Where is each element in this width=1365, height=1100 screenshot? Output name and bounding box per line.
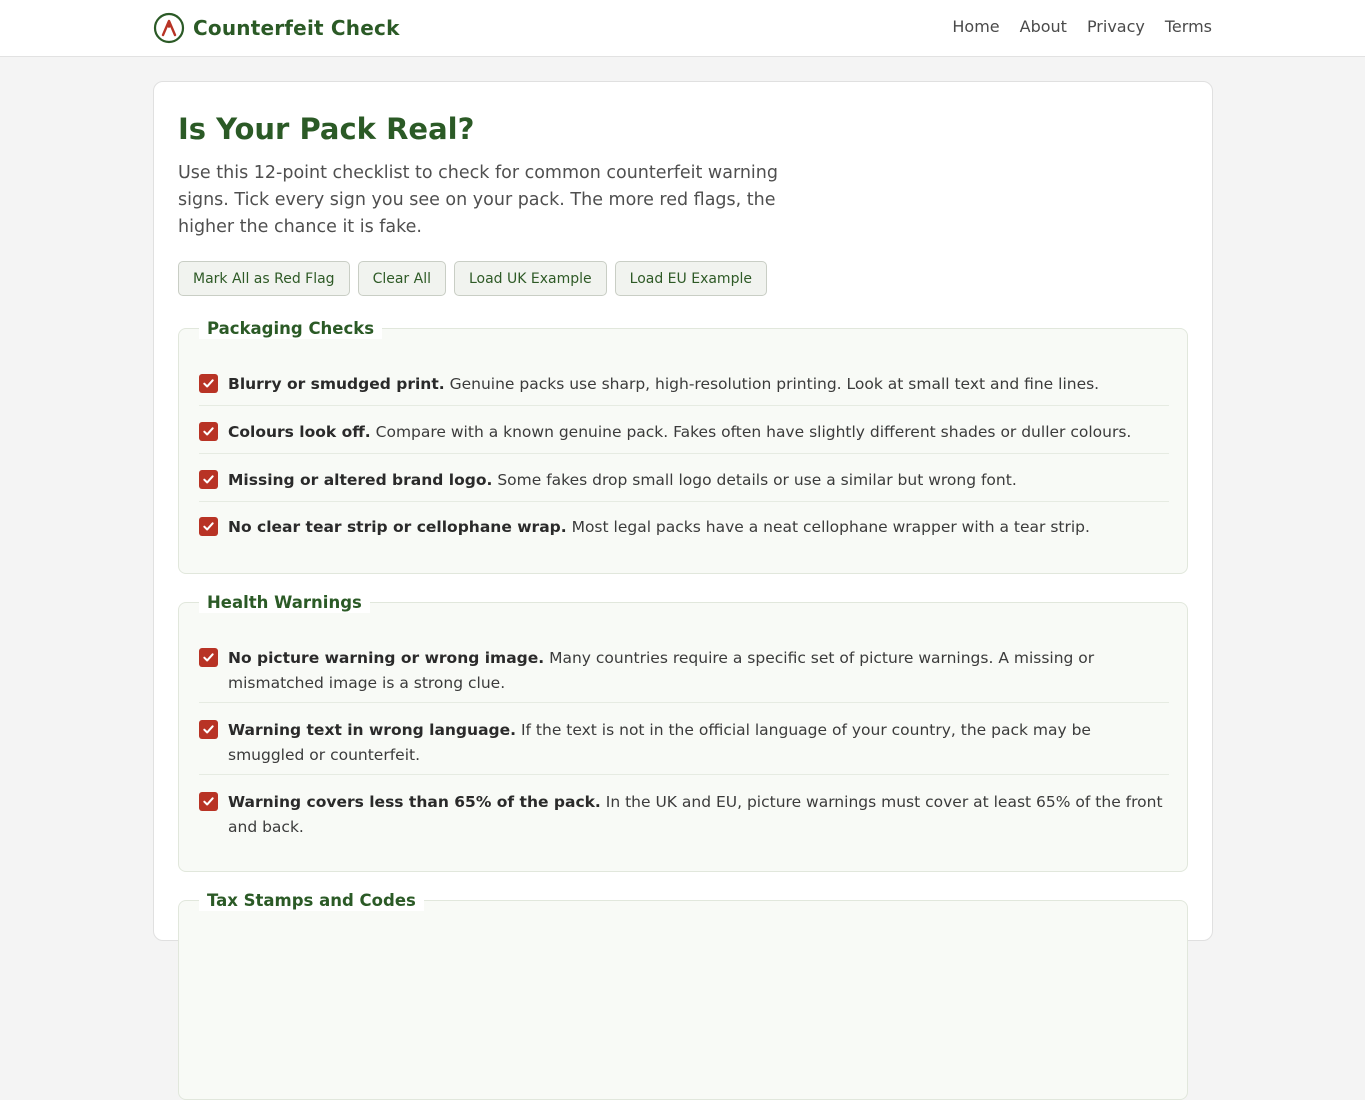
brand[interactable]: Counterfeit Check (153, 12, 400, 44)
red-flag-checkbox[interactable] (199, 422, 218, 441)
red-flag-checkbox[interactable] (199, 792, 218, 811)
checklist-item: No clear tear strip or cellophane wrap. … (199, 515, 1169, 549)
checkmark-icon (203, 653, 214, 662)
checklist-item-text: Missing or altered brand logo. Some fake… (228, 468, 1168, 493)
item-title: Colours look off. (228, 423, 371, 441)
section-health-warnings: Health Warnings No picture warning or wr… (178, 593, 1188, 872)
section-packaging-checks: Packaging Checks Blurry or smudged print… (178, 319, 1188, 574)
nav-link-privacy[interactable]: Privacy (1087, 17, 1145, 36)
red-flag-checkbox[interactable] (199, 648, 218, 667)
nav-link-home[interactable]: Home (952, 17, 999, 36)
intro-text: Use this 12-point checklist to check for… (178, 163, 778, 237)
item-title: Warning covers less than 65% of the pack… (228, 793, 601, 811)
section-title: Health Warnings (199, 593, 370, 613)
checklist-item-text: Blurry or smudged print. Genuine packs u… (228, 372, 1168, 397)
item-description: Some fakes drop small logo details or us… (497, 471, 1017, 489)
red-flag-checkbox[interactable] (199, 720, 218, 739)
item-title: Missing or altered brand logo. (228, 471, 493, 489)
load-uk-example-button[interactable]: Load UK Example (453, 261, 607, 296)
checklist-item: Blurry or smudged print. Genuine packs u… (199, 372, 1169, 406)
checklist-item-text: No clear tear strip or cellophane wrap. … (228, 515, 1168, 540)
checkmark-icon (203, 797, 214, 806)
red-flag-checkbox[interactable] (199, 374, 218, 393)
item-description: Most legal packs have a neat cellophane … (571, 518, 1090, 536)
checklist-item: Warning text in wrong language. If the t… (199, 718, 1169, 775)
item-title: Blurry or smudged print. (228, 375, 445, 393)
checklist-item-text: No picture warning or wrong image. Many … (228, 646, 1168, 696)
clear-all-button[interactable]: Clear All (357, 261, 446, 296)
item-title: No picture warning or wrong image. (228, 649, 545, 667)
nav-link-terms[interactable]: Terms (1165, 17, 1212, 36)
checklist-item-text: Warning text in wrong language. If the t… (228, 718, 1168, 768)
checkmark-icon (203, 725, 214, 734)
checklist-item-text: Warning covers less than 65% of the pack… (228, 790, 1168, 840)
checkmark-icon (203, 522, 214, 531)
checklist-item: Warning covers less than 65% of the pack… (199, 790, 1169, 847)
page-title: Is Your Pack Real? (178, 112, 475, 146)
item-title: Warning text in wrong language. (228, 721, 517, 739)
checkmark-icon (203, 427, 214, 436)
checklist-item: Missing or altered brand logo. Some fake… (199, 468, 1169, 502)
item-description: Genuine packs use sharp, high-resolution… (449, 375, 1100, 393)
main-nav: Home About Privacy Terms (952, 17, 1212, 36)
action-buttons: Mark All as Red Flag Clear All Load UK E… (178, 261, 767, 296)
checklist-item: No picture warning or wrong image. Many … (199, 646, 1169, 703)
load-eu-example-button[interactable]: Load EU Example (614, 261, 767, 296)
nav-link-about[interactable]: About (1020, 17, 1067, 36)
checklist-card: Is Your Pack Real? Use this 12-point che… (153, 81, 1213, 1100)
item-title: No clear tear strip or cellophane wrap. (228, 518, 567, 536)
checkmark-icon (203, 379, 214, 388)
checkmark-icon (203, 475, 214, 484)
red-flag-checkbox[interactable] (199, 517, 218, 536)
section-title: Tax Stamps and Codes (199, 891, 424, 911)
item-description: Compare with a known genuine pack. Fakes… (375, 423, 1132, 441)
brand-name: Counterfeit Check (193, 16, 400, 40)
section-title: Packaging Checks (199, 319, 383, 339)
section-tax-stamps-and-codes: Tax Stamps and Codes (178, 891, 1188, 1100)
checklist-item: Colours look off. Compare with a known g… (199, 420, 1169, 454)
brand-logo-icon (153, 12, 185, 44)
checklist-item-text: Colours look off. Compare with a known g… (228, 420, 1168, 445)
red-flag-checkbox[interactable] (199, 470, 218, 489)
mark-all-red-flag-button[interactable]: Mark All as Red Flag (178, 261, 350, 296)
top-bar: Counterfeit Check Home About Privacy Ter… (0, 0, 1365, 57)
